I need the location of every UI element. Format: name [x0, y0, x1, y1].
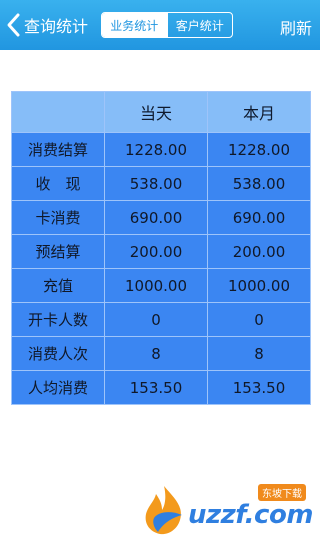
today-value: 200.00	[104, 234, 208, 269]
table-row: 消费人次 8 8	[11, 336, 311, 371]
row-label: 人均消费	[11, 370, 105, 405]
today-value: 153.50	[104, 370, 208, 405]
table-row: 收 现 538.00 538.00	[11, 166, 311, 201]
row-label: 消费人次	[11, 336, 105, 371]
stats-table: 当天 本月 消费结算 1228.00 1228.00 收 现 538.00 53…	[11, 91, 311, 405]
row-label: 消费结算	[11, 132, 105, 167]
table-row: 充值 1000.00 1000.00	[11, 268, 311, 303]
month-value: 200.00	[207, 234, 311, 269]
header-corner-cell	[11, 91, 105, 133]
chevron-left-icon	[7, 13, 20, 37]
month-value: 153.50	[207, 370, 311, 405]
month-value: 690.00	[207, 200, 311, 235]
table-row: 人均消费 153.50 153.50	[11, 370, 311, 405]
today-value: 690.00	[104, 200, 208, 235]
today-value: 0	[104, 302, 208, 337]
table-row: 预结算 200.00 200.00	[11, 234, 311, 269]
table-row: 卡消费 690.00 690.00	[11, 200, 311, 235]
today-value: 1000.00	[104, 268, 208, 303]
watermark-logo: 东坡下载 uzzf.com	[140, 480, 315, 538]
row-label: 开卡人数	[11, 302, 105, 337]
flame-logo-icon	[145, 486, 182, 535]
table-row: 消费结算 1228.00 1228.00	[11, 132, 311, 167]
watermark-badge: 东坡下载	[258, 484, 306, 501]
segmented-control: 业务统计 客户统计	[101, 12, 233, 38]
header-month: 本月	[207, 91, 311, 133]
month-value: 1228.00	[207, 132, 311, 167]
month-value: 0	[207, 302, 311, 337]
month-value: 8	[207, 336, 311, 371]
nav-bar: 查询统计 业务统计 客户统计 刷新	[0, 0, 320, 50]
table-row: 开卡人数 0 0	[11, 302, 311, 337]
month-value: 538.00	[207, 166, 311, 201]
tab-customer-stats[interactable]: 客户统计	[166, 13, 233, 37]
refresh-button[interactable]: 刷新	[280, 15, 312, 39]
row-label: 收 现	[11, 166, 105, 201]
month-value: 1000.00	[207, 268, 311, 303]
header-today: 当天	[104, 91, 208, 133]
today-value: 8	[104, 336, 208, 371]
row-label: 卡消费	[11, 200, 105, 235]
today-value: 538.00	[104, 166, 208, 201]
row-label: 充值	[11, 268, 105, 303]
back-label: 查询统计	[24, 17, 89, 36]
row-label: 预结算	[11, 234, 105, 269]
table-header-row: 当天 本月	[11, 91, 311, 133]
today-value: 1228.00	[104, 132, 208, 167]
back-button[interactable]: 查询统计	[6, 12, 88, 38]
watermark-text: uzzf.com	[188, 500, 313, 530]
tab-business-stats[interactable]: 业务统计	[102, 13, 167, 37]
